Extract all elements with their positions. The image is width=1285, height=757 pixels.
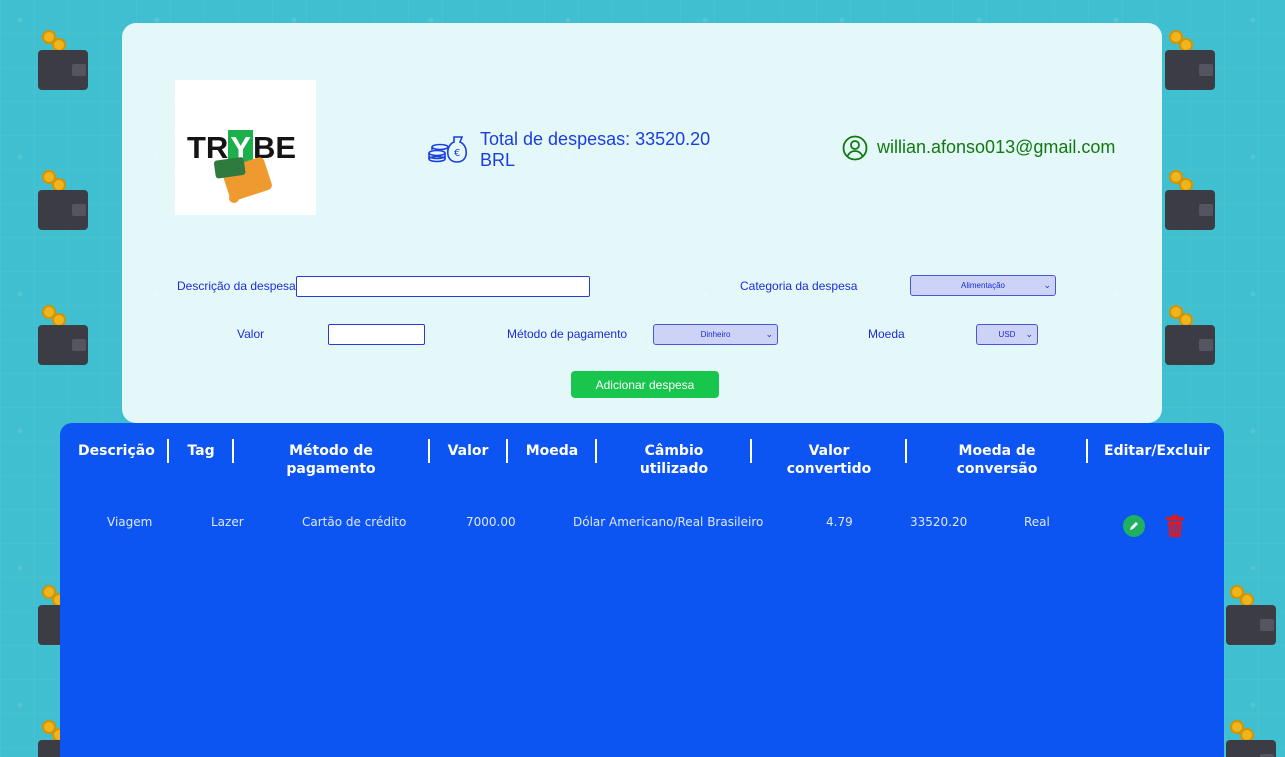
column-separator <box>905 439 907 463</box>
header-value: Valor <box>447 443 489 459</box>
chevron-down-icon: ⌄ <box>765 329 773 339</box>
column-separator <box>595 439 597 463</box>
wallet-decoration-icon <box>1165 305 1221 365</box>
cell-value: 7000.00 <box>466 515 516 529</box>
header-exchange-rate: Câmbio utilizado <box>639 443 709 477</box>
cell-converted-value: 33520.20 <box>910 515 968 529</box>
header-edit-delete: Editar/Excluir <box>1104 443 1210 459</box>
header-description: Descrição <box>78 443 155 459</box>
column-separator <box>167 439 169 463</box>
category-label: Categoria da despesa <box>740 279 858 293</box>
wallet-decoration-icon <box>38 170 94 230</box>
column-separator <box>506 439 508 463</box>
cell-currency: Dólar Americano/Real Brasileiro <box>573 515 764 529</box>
header-conversion-currency: Moeda de conversão <box>956 443 1038 477</box>
wallet-decoration-icon <box>38 305 94 365</box>
column-separator <box>750 439 752 463</box>
wallet-decoration-icon <box>1226 720 1282 757</box>
chevron-down-icon: ⌄ <box>1043 280 1051 290</box>
currency-select[interactable]: USD ⌄ <box>976 324 1038 345</box>
column-separator <box>428 439 430 463</box>
svg-text:€: € <box>454 148 460 159</box>
pencil-icon <box>1130 522 1138 530</box>
payment-method-label: Método de pagamento <box>507 327 628 341</box>
payment-method-select[interactable]: Dinheiro ⌄ <box>653 324 778 345</box>
delete-button[interactable] <box>1164 514 1186 538</box>
description-input[interactable] <box>296 276 590 297</box>
header-currency: Moeda <box>525 443 579 459</box>
header-payment-method: Método de pagamento <box>286 443 376 477</box>
category-select[interactable]: Alimentação ⌄ <box>910 275 1056 296</box>
value-input[interactable] <box>328 324 425 345</box>
total-expenses-label: Total de despesas: 33520.20 BRL <box>480 129 711 170</box>
wallet-decoration-icon <box>1165 170 1221 230</box>
cell-payment-method: Cartão de crédito <box>302 515 407 529</box>
column-separator <box>232 439 234 463</box>
wallet-decoration-icon <box>38 30 94 90</box>
wallet-decoration-icon <box>1165 30 1221 90</box>
trash-icon <box>1166 515 1184 537</box>
currency-select-value: USD <box>998 330 1016 339</box>
edit-button[interactable] <box>1123 515 1145 537</box>
header-converted-value: Valor convertido <box>786 443 872 477</box>
user-circle-icon <box>842 135 868 161</box>
payment-method-select-value: Dinheiro <box>700 330 731 339</box>
cell-exchange-rate: 4.79 <box>826 515 853 529</box>
header-tag: Tag <box>187 443 215 459</box>
money-bag-icon: € <box>428 136 468 163</box>
total-expenses: € Total de despesas: 33520.20 BRL <box>428 129 728 173</box>
cell-description: Viagem <box>107 515 153 529</box>
logo-coin-icon <box>229 193 239 203</box>
chevron-down-icon: ⌄ <box>1025 329 1033 339</box>
description-label: Descrição da despesa <box>177 279 296 293</box>
column-separator <box>1086 439 1088 463</box>
wallet-decoration-icon <box>1226 585 1282 645</box>
currency-label: Moeda <box>868 327 905 341</box>
cell-tag: Lazer <box>211 515 244 529</box>
add-expense-button[interactable]: Adicionar despesa <box>571 371 719 398</box>
cell-conversion-currency: Real <box>1024 515 1050 529</box>
header-panel: TRYBE € Total de despesas: 33520.20 BRL … <box>122 23 1162 423</box>
trybe-logo: TRYBE <box>175 80 316 215</box>
expenses-table: Descrição Tag Método de pagamento Valor … <box>60 423 1224 757</box>
category-select-value: Alimentação <box>960 281 1006 290</box>
user-email: willian.afonso013@gmail.com <box>877 137 1116 157</box>
value-label: Valor <box>237 327 265 341</box>
